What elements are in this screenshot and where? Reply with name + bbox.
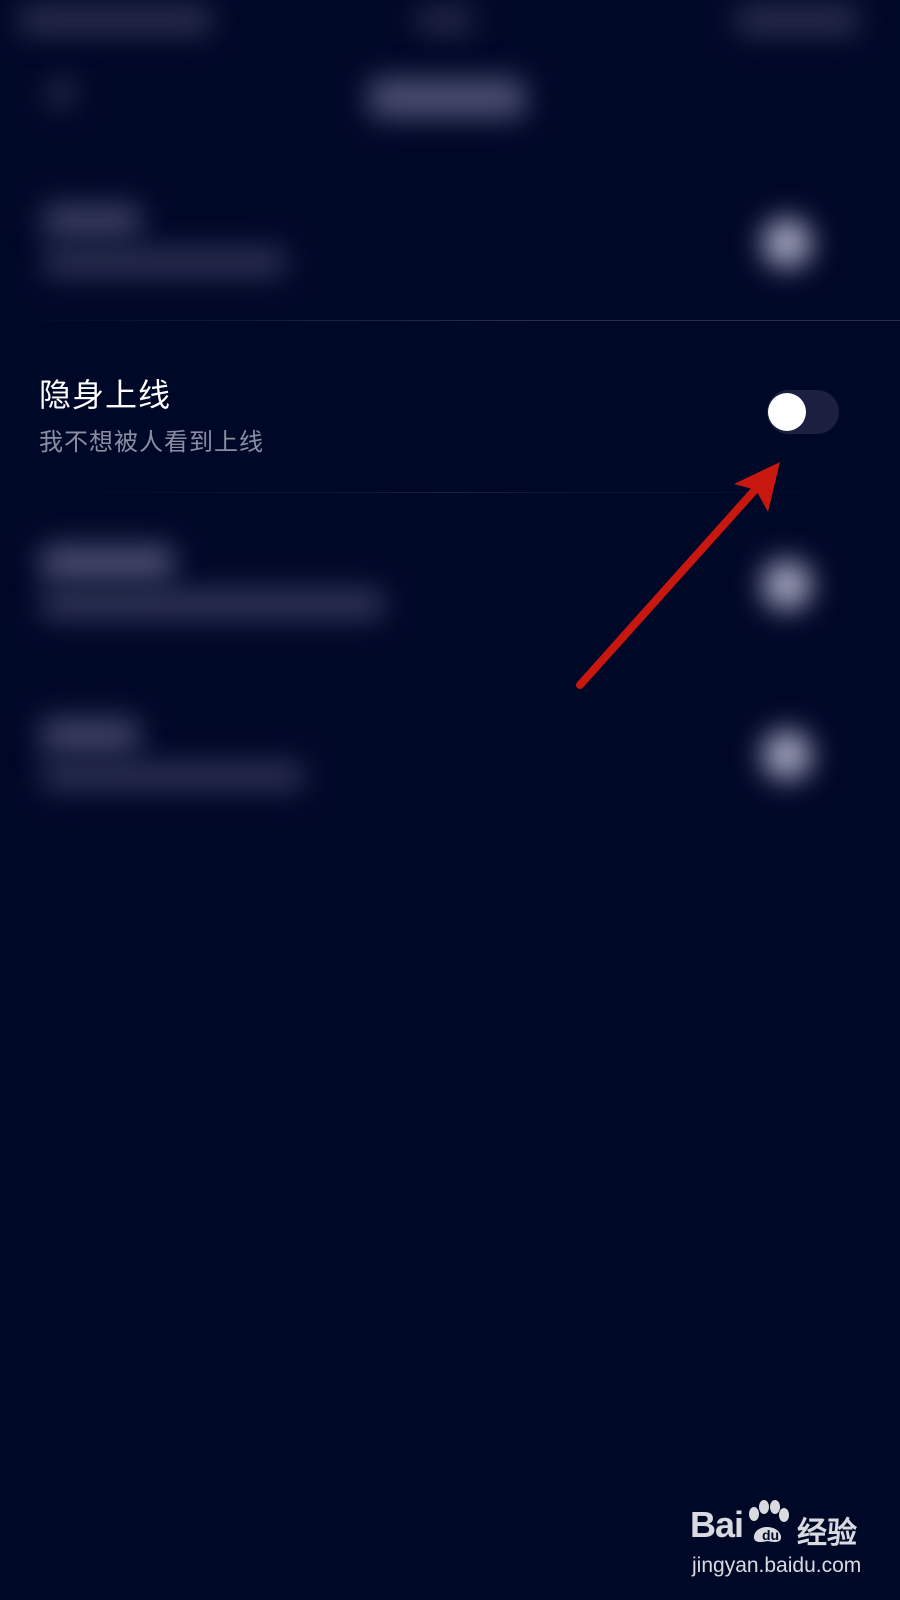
- setting-row-4-toggle-blurred[interactable]: [762, 730, 812, 780]
- annotation-arrow-shaft: [576, 478, 766, 689]
- svg-text:du: du: [762, 1527, 779, 1543]
- setting-row-3-title-blurred: [40, 545, 175, 581]
- setting-title: 隐身上线: [39, 376, 172, 414]
- watermark-logo-text: Bai: [690, 1504, 744, 1545]
- setting-row-1-title-blurred: [42, 204, 142, 238]
- setting-row-1-subtitle-blurred: [42, 248, 287, 276]
- baidu-jingyan-watermark: Bai du 经验 jingyan.baidu.com: [690, 1500, 890, 1590]
- setting-subtitle: 我不想被人看到上线: [39, 428, 264, 456]
- watermark-url: jingyan.baidu.com: [692, 1554, 862, 1577]
- invisible-online-toggle[interactable]: [767, 390, 839, 434]
- toggle-knob: [768, 393, 806, 431]
- status-bar-right-blurred: [735, 6, 860, 34]
- status-bar-left-blurred: [18, 6, 213, 34]
- setting-row-1-toggle-blurred[interactable]: [762, 218, 812, 268]
- page-title-blurred: [368, 78, 526, 118]
- setting-row-invisible-online: 隐身上线 我不想被人看到上线: [0, 360, 900, 470]
- setting-row-4-title-blurred: [40, 718, 140, 754]
- paw-icon: du: [749, 1500, 789, 1543]
- setting-row-3-subtitle-blurred: [40, 590, 385, 618]
- divider: [0, 320, 900, 321]
- setting-row-3-toggle-blurred[interactable]: [762, 560, 812, 610]
- setting-row-4-subtitle-blurred: [40, 762, 305, 790]
- divider: [40, 492, 860, 493]
- back-button-blurred[interactable]: [48, 78, 74, 108]
- watermark-logo-cn: 经验: [797, 1516, 857, 1551]
- status-bar-center-blurred: [415, 6, 475, 34]
